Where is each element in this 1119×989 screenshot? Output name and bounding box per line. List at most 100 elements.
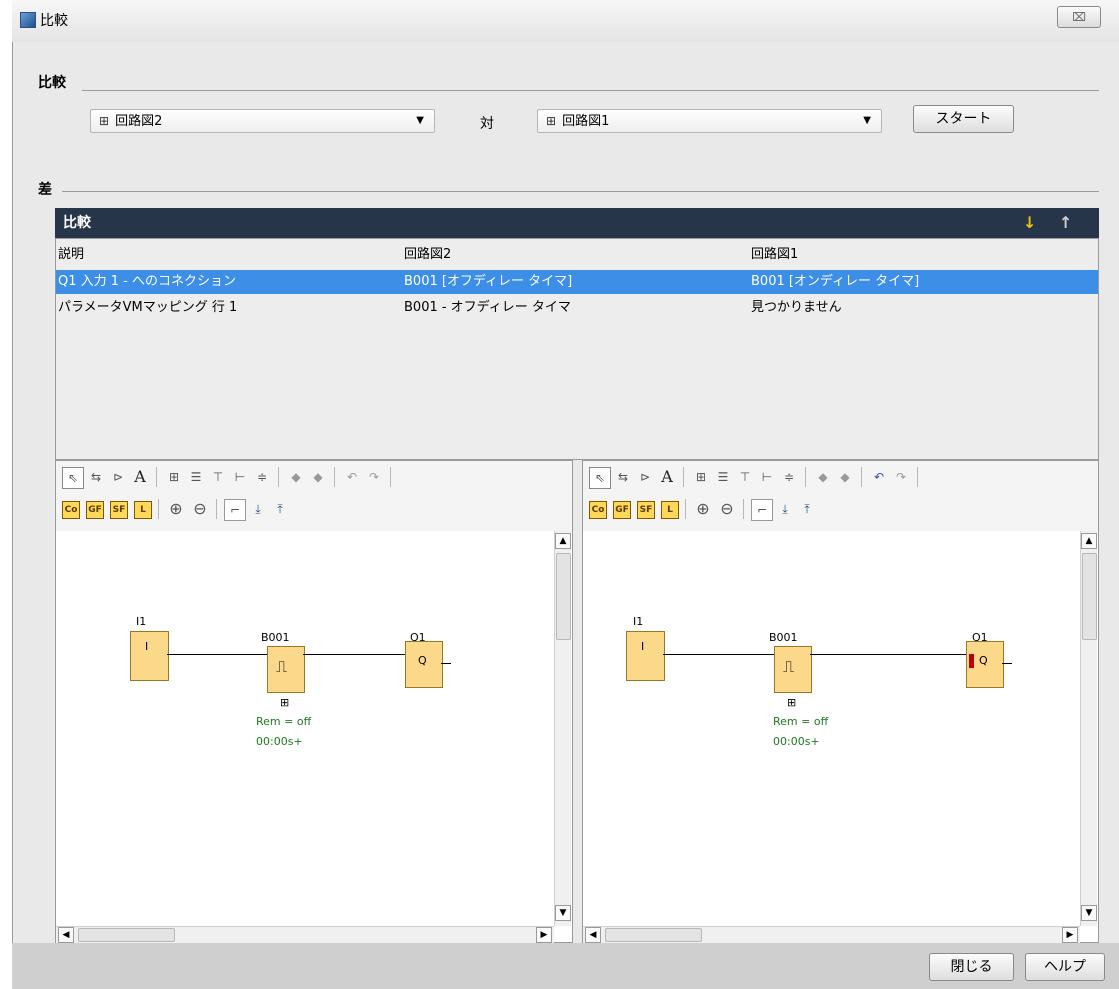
connector-icon[interactable]: ⊳ xyxy=(635,467,655,487)
column-header-right-diagram: 回路図1 xyxy=(751,247,799,262)
move-down-icon[interactable]: ⤓ xyxy=(775,499,795,519)
right-diagram-select[interactable]: ⊞ 回路図1 ▼ xyxy=(537,109,882,133)
select-pointer-icon[interactable]: ⇖ xyxy=(589,467,611,489)
special-functions-button[interactable]: SF xyxy=(637,501,655,519)
scroll-up-icon[interactable]: ▲ xyxy=(1081,533,1097,549)
align-vertical-icon[interactable]: ⊢ xyxy=(230,467,250,487)
diff-section-label: 差 xyxy=(38,182,52,198)
close-button[interactable]: 閉じる xyxy=(929,953,1014,981)
table-row[interactable]: Q1 入力 1 - へのコネクション B001 [オフディレー タイマ] B00… xyxy=(56,270,1098,294)
connector-routing-icon[interactable]: ⌐ xyxy=(224,499,246,521)
connector-icon[interactable]: ⊳ xyxy=(108,467,128,487)
left-diagram-canvas[interactable]: I1 I B001 ⎍ Q1 Q ⊞ Rem = off 00:00s+ xyxy=(56,531,554,926)
input-block[interactable]: I xyxy=(626,631,665,681)
redo-icon[interactable]: ↷ xyxy=(364,467,384,487)
align-top-icon[interactable]: ⊤ xyxy=(208,467,228,487)
move-down-icon[interactable]: ⤓ xyxy=(248,499,268,519)
output-block[interactable]: Q xyxy=(405,641,443,688)
lock-button[interactable]: L xyxy=(134,501,152,519)
close-icon[interactable]: ⌧ xyxy=(1057,6,1101,28)
help-button[interactable]: ヘルプ xyxy=(1025,953,1105,981)
toolbar-separator xyxy=(278,467,279,487)
block-name: B001 xyxy=(261,631,290,644)
select-pointer-icon[interactable]: ⇖ xyxy=(62,467,84,489)
connect-icon[interactable]: ⇆ xyxy=(86,467,106,487)
toolbar-separator xyxy=(334,467,335,487)
join-connection-icon[interactable]: ◆ xyxy=(308,467,328,487)
scroll-thumb[interactable] xyxy=(605,928,702,942)
diff-table-header: 比較 ↓ ↑ xyxy=(55,208,1099,238)
left-diagram-select[interactable]: ⊞ 回路図2 ▼ xyxy=(90,109,435,133)
right-diagram-panel: ⇖ ⇆ ⊳ A ⊞ ☰ ⊤ ⊢ ≑ ◆ ◆ ↶ ↷ Co GF SF L ⊕ ⊖… xyxy=(582,460,1099,943)
align-grid-icon[interactable]: ⊞ xyxy=(691,467,711,487)
previous-difference-icon[interactable]: ↑ xyxy=(1059,208,1072,238)
next-difference-icon[interactable]: ↓ xyxy=(1023,208,1036,238)
timer-block[interactable]: ⎍ xyxy=(267,646,305,693)
toolbar-separator xyxy=(917,467,918,487)
scroll-right-icon[interactable]: ▶ xyxy=(1062,927,1078,943)
input-block[interactable]: I xyxy=(130,631,169,681)
scroll-down-icon[interactable]: ▼ xyxy=(555,905,571,921)
scroll-up-icon[interactable]: ▲ xyxy=(555,533,571,549)
align-top-icon[interactable]: ⊤ xyxy=(735,467,755,487)
cut-connection-icon[interactable]: ◆ xyxy=(813,467,833,487)
move-up-icon[interactable]: ⤒ xyxy=(270,499,290,519)
basic-functions-button[interactable]: GF xyxy=(613,501,631,519)
basic-functions-button[interactable]: GF xyxy=(86,501,104,519)
timer-block[interactable]: ⎍ xyxy=(774,646,812,693)
align-horizontal-icon[interactable]: ≑ xyxy=(252,467,272,487)
left-editor-toolbar: ⇖ ⇆ ⊳ A ⊞ ☰ ⊤ ⊢ ≑ ◆ ◆ ↶ ↷ Co GF SF L ⊕ ⊖… xyxy=(56,461,572,531)
align-left-icon[interactable]: ☰ xyxy=(713,467,733,487)
join-connection-icon[interactable]: ◆ xyxy=(835,467,855,487)
column-header-left-diagram: 回路図2 xyxy=(404,247,452,262)
zoom-out-icon[interactable]: ⊖ xyxy=(717,499,737,519)
row-description: Q1 入力 1 - へのコネクション xyxy=(58,274,236,289)
scroll-left-icon[interactable]: ◀ xyxy=(585,927,601,943)
expand-icon[interactable]: ⊞ xyxy=(280,696,289,709)
connector-routing-icon[interactable]: ⌐ xyxy=(751,499,773,521)
scroll-thumb[interactable] xyxy=(1082,553,1097,640)
expand-icon[interactable]: ⊞ xyxy=(787,696,796,709)
constants-button[interactable]: Co xyxy=(62,501,80,519)
toolbar-separator xyxy=(861,467,862,487)
right-diagram-canvas[interactable]: I1 I B001 ⎍ Q1 Q ⊞ Rem = off 00:00s+ xyxy=(583,531,1080,926)
output-block[interactable]: Q xyxy=(966,641,1004,688)
scroll-thumb[interactable] xyxy=(78,928,175,942)
scroll-down-icon[interactable]: ▼ xyxy=(1081,905,1097,921)
toolbar-separator xyxy=(390,467,391,487)
input-block-text: I xyxy=(145,640,149,653)
table-row[interactable]: パラメータVMマッピング 行 1 B001 - オフディレー タイマ 見つかりま… xyxy=(56,296,1098,320)
zoom-in-icon[interactable]: ⊕ xyxy=(693,499,713,519)
left-vertical-scrollbar[interactable]: ▲ ▼ xyxy=(554,531,571,926)
connect-icon[interactable]: ⇆ xyxy=(613,467,633,487)
left-horizontal-scrollbar[interactable]: ◀ ▶ xyxy=(56,926,554,943)
zoom-in-icon[interactable]: ⊕ xyxy=(166,499,186,519)
constants-button[interactable]: Co xyxy=(589,501,607,519)
align-horizontal-icon[interactable]: ≑ xyxy=(779,467,799,487)
scroll-thumb[interactable] xyxy=(556,553,571,640)
zoom-out-icon[interactable]: ⊖ xyxy=(190,499,210,519)
text-icon[interactable]: A xyxy=(657,467,677,487)
output-block-text: Q xyxy=(418,654,427,667)
redo-icon[interactable]: ↷ xyxy=(891,467,911,487)
align-grid-icon[interactable]: ⊞ xyxy=(164,467,184,487)
right-horizontal-scrollbar[interactable]: ◀ ▶ xyxy=(583,926,1080,943)
move-up-icon[interactable]: ⤒ xyxy=(797,499,817,519)
align-vertical-icon[interactable]: ⊢ xyxy=(757,467,777,487)
undo-icon[interactable]: ↶ xyxy=(869,467,889,487)
scroll-right-icon[interactable]: ▶ xyxy=(536,927,552,943)
wire-output xyxy=(810,654,966,655)
undo-icon[interactable]: ↶ xyxy=(342,467,362,487)
diff-table-title: 比較 xyxy=(63,215,91,231)
special-functions-button[interactable]: SF xyxy=(110,501,128,519)
output-block-text: Q xyxy=(979,654,988,667)
toolbar-separator xyxy=(805,467,806,487)
right-vertical-scrollbar[interactable]: ▲ ▼ xyxy=(1080,531,1097,926)
start-button[interactable]: スタート xyxy=(913,105,1014,133)
scroll-left-icon[interactable]: ◀ xyxy=(58,927,74,943)
lock-button[interactable]: L xyxy=(661,501,679,519)
align-left-icon[interactable]: ☰ xyxy=(186,467,206,487)
chevron-down-icon: ▼ xyxy=(416,115,424,126)
cut-connection-icon[interactable]: ◆ xyxy=(286,467,306,487)
text-icon[interactable]: A xyxy=(130,467,150,487)
